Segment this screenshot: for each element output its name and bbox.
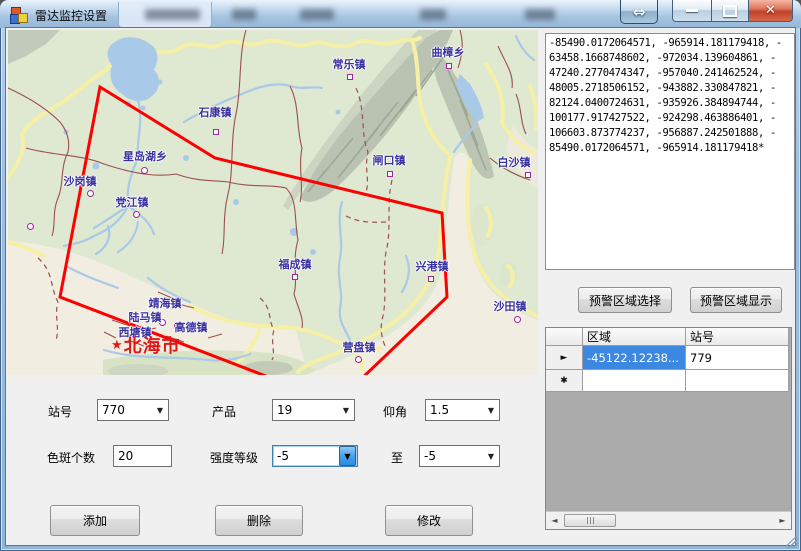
town-marker-icon [525,172,531,178]
grid-corner-cell[interactable] [546,328,583,346]
grid-column-header-station[interactable]: 站号 [686,328,789,346]
town-marker-icon [292,274,298,280]
window-title: 雷达监控设置 [35,7,107,24]
chevron-down-icon[interactable]: ▼ [152,400,168,420]
station-combo[interactable]: 770▼ [97,399,169,421]
intensity-combo[interactable]: -5▼ [272,445,358,467]
elevation-label: 仰角 [383,403,407,420]
delete-button[interactable]: 删除 [215,505,303,536]
coordinates-textbox[interactable]: -85490.0172064571, -965914.181179418, - … [545,33,795,270]
town-marker-icon [141,167,148,174]
map-town-label: 星岛湖乡 [123,148,167,164]
table-row[interactable]: ►-45122.12238...779 [546,346,791,370]
town-marker-icon [133,211,140,218]
spots-input[interactable] [113,445,172,467]
warning-area-select-button[interactable]: 预警区域选择 [578,287,672,313]
map-town-label: 营盘镇 [343,339,376,355]
map-panel[interactable]: 石康镇常乐镇曲樟乡闸口镇白沙镇星岛湖乡沙岗镇党江镇福成镇兴港镇沙田镇营盘镇靖海镇… [8,30,538,375]
station-label: 站号 [48,403,72,420]
spots-label: 色斑个数 [47,449,95,466]
chevron-down-icon[interactable]: ▼ [338,400,354,420]
warning-area-display-button[interactable]: 预警区域显示 [690,287,782,313]
window-controls: ✕ [672,0,793,22]
town-marker-icon [27,223,34,230]
radar-settings-window: 雷达监控设置 ⇔ ✕ [0,0,801,551]
map-town-label: 沙岗镇 [64,173,97,189]
town-marker-icon [446,63,452,69]
map-town-label: 沙田镇 [494,298,527,314]
maximize-icon [723,5,737,17]
resize-grip[interactable] [786,536,798,548]
scrollbar-thumb[interactable] [564,514,616,527]
minimize-button[interactable] [672,0,711,22]
close-button[interactable]: ✕ [748,0,793,22]
elevation-combo[interactable]: 1.5▼ [425,399,500,421]
redacted-text [145,9,200,20]
titlebar[interactable]: 雷达监控设置 ⇔ ✕ [0,0,801,28]
city-label-beihai: ★ 北海市 [111,332,181,358]
map-town-label: 党江镇 [116,194,149,210]
product-combo[interactable]: 19▼ [272,399,355,421]
town-marker-icon [428,276,434,282]
map-town-label: 石康镇 [199,104,232,120]
city-star-icon: ★ [111,338,123,353]
new-row-indicator-icon[interactable]: ✱ [546,370,583,392]
chevron-down-icon[interactable]: ▼ [483,400,499,420]
grid-header-row: 区域 站号 [546,328,791,346]
app-icon [10,6,28,23]
map-town-label: 曲樟乡 [432,44,465,60]
redacted-text [525,9,555,20]
grid-cell-station[interactable] [686,370,789,392]
town-marker-icon [87,190,94,197]
chevron-down-icon[interactable]: ▼ [483,446,499,466]
minimize-icon [686,9,698,12]
add-button[interactable]: 添加 [50,505,140,536]
warning-area-grid[interactable]: 区域 站号 ►-45122.12238...779✱ ◄ ► [545,327,792,530]
grid-column-header-area[interactable]: 区域 [583,328,686,346]
grid-horizontal-scrollbar[interactable]: ◄ ► [546,511,791,529]
map-town-label: 闸口镇 [373,152,406,168]
to-combo[interactable]: -5▼ [419,445,500,467]
chevron-down-icon[interactable]: ▼ [339,446,356,466]
table-row[interactable]: ✱ [546,370,791,392]
scroll-left-icon[interactable]: ◄ [546,512,563,529]
town-marker-icon [387,171,393,177]
town-marker-icon [514,316,521,323]
redacted-text [420,9,446,20]
grid-cell-area[interactable]: -45122.12238... [583,346,686,370]
map-town-label: 白沙镇 [498,154,531,170]
grid-cell-station[interactable]: 779 [686,346,789,370]
to-label: 至 [391,449,403,466]
current-row-indicator-icon[interactable]: ► [546,346,583,370]
town-marker-icon [213,129,219,135]
grid-cell-area[interactable] [583,370,686,392]
map-town-label: 常乐镇 [333,56,366,72]
scroll-right-icon[interactable]: ► [774,512,791,529]
town-marker-icon [347,74,353,80]
map-town-label: 兴港镇 [416,258,449,274]
product-label: 产品 [212,403,236,420]
map-town-label: 福成镇 [279,256,312,272]
intensity-label: 强度等级 [210,449,258,466]
map-town-label: 陆马镇 [129,309,162,325]
modify-button[interactable]: 修改 [385,505,473,536]
redacted-text [300,9,334,20]
maximize-button[interactable] [711,0,748,22]
redacted-text [232,9,256,20]
swap-window-button[interactable]: ⇔ [620,0,658,24]
town-marker-icon [355,356,362,363]
map-image [8,30,538,375]
